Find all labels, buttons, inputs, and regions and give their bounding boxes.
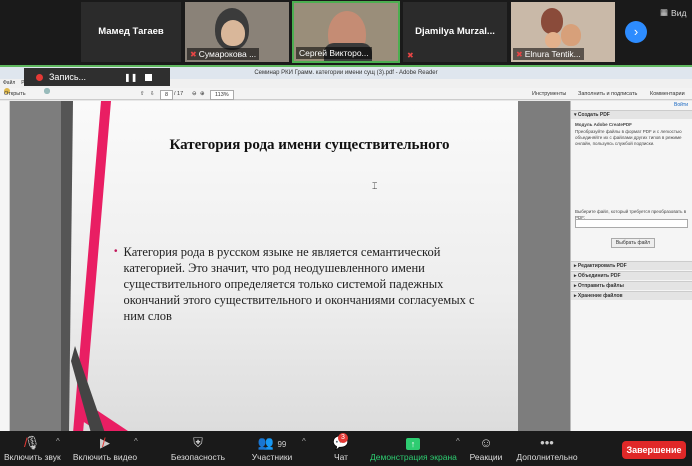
start-video-button[interactable]: ▶ / Включить видео [72, 434, 138, 462]
save-icon[interactable] [44, 88, 50, 94]
create-pdf-label: Создать PDF [577, 112, 610, 118]
section-label: Отправить файлы [577, 283, 624, 289]
mic-off-icon: ✖ [190, 49, 197, 59]
tab-comments[interactable]: Комментарии [650, 88, 685, 100]
unmute-button[interactable]: 🎙 / Включить звук [4, 434, 61, 462]
chat-label: Чат [333, 452, 349, 462]
participant-name: Мамед Тагаев [98, 26, 164, 37]
share-screen-icon: ↑ [406, 438, 420, 450]
participant-tile-active[interactable]: Сергей Викторо... [292, 1, 400, 63]
section-label: Редактировать PDF [577, 263, 627, 269]
security-label: Безопасность [170, 452, 226, 462]
prev-page-icon[interactable]: ⇧ [140, 88, 145, 100]
participant-video [541, 8, 563, 34]
slide-title: Категория рода имени существительного [169, 137, 450, 153]
mic-muted-icon: 🎙 / [23, 435, 41, 450]
navigation-pane[interactable] [0, 101, 10, 433]
mic-off-icon: ✖ [516, 49, 523, 59]
participant-tile[interactable]: ✖ Сумарокова ... [184, 1, 290, 63]
slide-page: Категория рода имени существительного • … [61, 101, 518, 433]
acrobat-toolbar: Открыть ⇧ ⇩ 8 / 17 ⊖ ⊕ 113% Инструменты … [0, 88, 692, 100]
select-file-button[interactable]: Выбрать файл [611, 238, 655, 248]
more-dots-icon: ••• [540, 435, 554, 450]
participant-tile[interactable]: Мамед Тагаев [80, 1, 182, 63]
shared-screen: Семинар РКИ Грамм. категории имени сущ (… [0, 65, 692, 433]
slide-bullet: • Категория рода в русском языке не явля… [114, 244, 494, 324]
view-button[interactable]: ▦ Вид [660, 7, 686, 18]
chat-badge: 3 [338, 433, 348, 443]
send-files-section[interactable]: ▸ Отправить файлы [571, 281, 692, 290]
zoom-in-icon[interactable]: ⊕ [200, 88, 205, 100]
participant-name: Сумарокова ... [198, 49, 257, 59]
shield-icon: ⛨ [193, 435, 203, 450]
start-video-label: Включить видео [72, 452, 138, 462]
participant-video [545, 32, 561, 48]
participants-button[interactable]: 👥 99 Участники [246, 434, 298, 462]
participant-name: Elnura Tentik... [524, 49, 581, 59]
view-label: Вид [671, 7, 687, 18]
more-label: Дополнительно [516, 452, 578, 462]
participant-video [221, 20, 245, 46]
section-label: Объединить PDF [577, 273, 621, 279]
video-off-icon: ▶ / [100, 435, 110, 450]
next-page-arrow-icon[interactable]: › [625, 21, 647, 43]
participants-count: 99 [277, 440, 287, 449]
meeting-controls: 🎙 / Включить звук ^ ▶ / Включить видео ^ ⛨… [0, 431, 692, 466]
bullet-text: Категория рода в русском языке не являет… [123, 245, 475, 323]
recording-label: Запись... [49, 72, 87, 82]
combine-pdf-section[interactable]: ▸ Объединить PDF [571, 271, 692, 280]
share-options-caret-icon[interactable]: ^ [456, 437, 460, 446]
zoom-out-icon[interactable]: ⊖ [192, 88, 197, 100]
unmute-label: Включить звук [4, 452, 61, 462]
module-title: Модуль Adobe CreatePDF [575, 122, 632, 127]
bullet-icon: • [114, 246, 118, 257]
people-icon: 👥 [257, 435, 274, 450]
edit-pdf-section[interactable]: ▸ Редактировать PDF [571, 261, 692, 270]
video-options-caret-icon[interactable]: ^ [134, 437, 138, 446]
pause-icon[interactable]: ❚❚ [124, 73, 137, 82]
participant-name: Сергей Викторо... [299, 48, 369, 58]
page-total: / 17 [174, 91, 184, 97]
module-text: Преобразуйте файлы в формат PDF и с легк… [575, 129, 682, 146]
mic-off-icon: ✖ [407, 51, 414, 60]
chat-button[interactable]: 💬3 Чат [326, 433, 356, 462]
participant-video [561, 24, 581, 46]
grid-icon: ▦ [660, 7, 669, 17]
audio-options-caret-icon[interactable]: ^ [56, 437, 60, 446]
participant-strip: Мамед Тагаев ✖ Сумарокова ... Сергей Викт… [0, 0, 692, 64]
create-pdf-section[interactable]: ▾ Создать PDF [571, 110, 692, 119]
security-button[interactable]: ⛨ Безопасность [168, 434, 228, 462]
store-files-section[interactable]: ▸ Хранение файлов [571, 291, 692, 300]
tab-fill-sign[interactable]: Заполнить и подписать [578, 88, 637, 100]
chat-icon: 💬3 [326, 433, 356, 451]
reaction-smiley-icon: ☺ [479, 435, 493, 450]
reactions-button[interactable]: ☺ Реакции [468, 434, 504, 462]
file-input[interactable] [575, 219, 688, 228]
tab-tools[interactable]: Инструменты [532, 88, 566, 100]
participant-name: Djamilya Murzal... [415, 26, 495, 37]
record-icon [36, 73, 43, 81]
share-screen-label: Демонстрация экрана [370, 452, 457, 462]
document-area[interactable]: Категория рода имени существительного • … [10, 101, 570, 433]
reactions-label: Реакции [469, 452, 503, 462]
mouse-cursor-icon: ⌶ [372, 181, 378, 191]
stop-icon[interactable] [145, 73, 153, 81]
recording-bar: Запись... ❚❚ [24, 68, 170, 86]
end-meeting-button[interactable]: Завершение [622, 441, 686, 459]
zoom-meeting-window: Мамед Тагаев ✖ Сумарокова ... Сергей Викт… [0, 0, 692, 466]
section-label: Хранение файлов [577, 293, 623, 299]
more-button[interactable]: ••• Дополнительно [516, 434, 578, 462]
tools-panel: Войти ▾ Создать PDF Модуль Adobe CreateP… [570, 101, 692, 433]
signin-link[interactable]: Войти [571, 101, 692, 109]
participant-tile[interactable]: ✖ Elnura Tentik... [510, 1, 616, 63]
participants-label: Участники [251, 452, 293, 462]
menu-item[interactable]: Файл [3, 79, 15, 88]
open-label: Открыть [4, 91, 26, 97]
share-screen-button[interactable]: ↑ Демонстрация экрана [370, 434, 457, 462]
participants-caret-icon[interactable]: ^ [302, 437, 306, 446]
page-number-input[interactable]: 8 [160, 90, 174, 100]
participant-tile[interactable]: Djamilya Murzal... ✖ [402, 1, 508, 63]
zoom-select[interactable]: 113% [210, 90, 234, 100]
next-page-icon[interactable]: ⇩ [150, 88, 155, 100]
